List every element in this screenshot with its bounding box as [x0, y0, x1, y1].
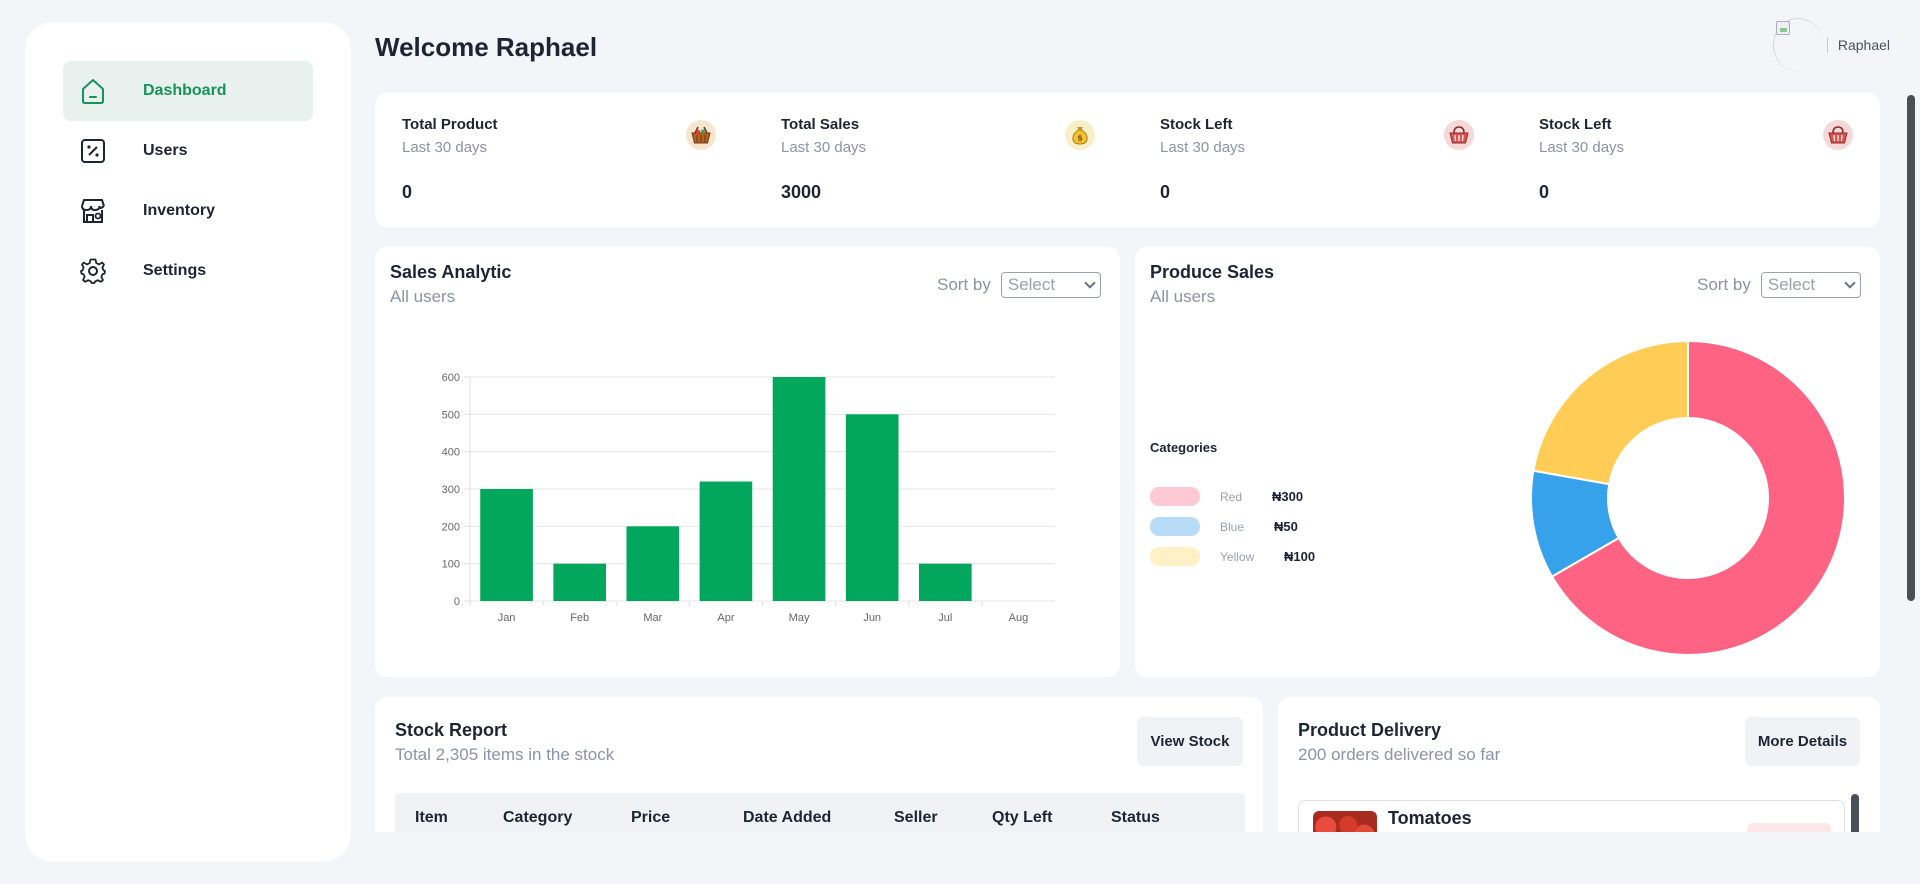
column-header[interactable]: Price: [631, 809, 670, 827]
view-stock-button[interactable]: View Stock: [1137, 717, 1243, 766]
card-subtitle: Total 2,305 items in the stock: [395, 745, 615, 764]
sidebar-item-users[interactable]: Users: [63, 121, 313, 181]
basket-icon: [1444, 120, 1474, 150]
stat-value: 0: [1539, 182, 1550, 202]
x-tick-label: Aug: [1009, 612, 1029, 624]
stats-panel: Total Product Last 30 days 0 Total Sales…: [375, 93, 1880, 227]
column-header[interactable]: Qty Left: [992, 809, 1052, 827]
y-tick-label: 0: [454, 596, 460, 608]
y-tick-label: 600: [442, 372, 460, 384]
x-tick-label: Jul: [938, 612, 952, 624]
gear-icon: [79, 257, 107, 285]
home-icon: [79, 77, 107, 105]
stat-subtitle: Last 30 days: [402, 139, 488, 156]
page-scrollbar[interactable]: [1907, 95, 1915, 601]
stat-value: 0: [402, 182, 413, 202]
bar: [626, 526, 680, 601]
x-tick-label: Feb: [570, 612, 589, 624]
produce-donut-chart: [1530, 339, 1846, 656]
sidebar-item-label: Settings: [143, 262, 207, 279]
x-tick-label: Mar: [643, 612, 662, 624]
stat-title: Total Sales: [781, 116, 860, 133]
x-tick-label: Jun: [863, 612, 881, 624]
x-tick-label: Jan: [498, 612, 516, 624]
pie-slice: [1532, 339, 1689, 486]
avatar[interactable]: [1772, 18, 1823, 72]
bar: [918, 563, 972, 601]
card-title: Stock Report: [395, 720, 508, 740]
percent-doc-icon: [79, 137, 107, 165]
y-tick-label: 200: [442, 521, 460, 533]
stat-subtitle: Last 30 days: [781, 139, 867, 156]
profile-name: Raphael: [1837, 37, 1890, 53]
stat-stock-left: Stock Left Last 30 days 0: [1133, 93, 1512, 227]
stat-title: Stock Left: [1160, 116, 1233, 133]
money-bag-icon: $: [1065, 120, 1095, 150]
y-tick-label: 500: [442, 409, 460, 421]
divider: [1826, 37, 1828, 53]
sidebar-item-inventory[interactable]: Inventory: [63, 181, 313, 241]
card-subtitle: 200 orders delivered so far: [1298, 745, 1501, 764]
stat-stock-left: Stock Left Last 30 days 0: [1512, 93, 1891, 227]
produce-sales-card: Produce Sales All users Sort by Select C…: [1135, 247, 1880, 677]
bar: [553, 563, 607, 601]
x-tick-label: Apr: [717, 612, 734, 624]
card-title: Product Delivery: [1298, 720, 1442, 740]
svg-text:$: $: [1077, 134, 1083, 143]
y-tick-label: 300: [442, 484, 460, 496]
stat-value: 3000: [781, 182, 822, 202]
basket-icon: [1823, 120, 1853, 150]
sales-analytic-card: Sales Analytic All users Sort by Select …: [375, 247, 1120, 677]
page-background: [352, 832, 1920, 884]
x-tick-label: May: [789, 612, 810, 624]
column-header[interactable]: Category: [503, 809, 572, 827]
bar: [699, 481, 753, 601]
sidebar-item-label: Users: [143, 142, 188, 159]
sidebar-item-settings[interactable]: Settings: [63, 241, 313, 301]
store-icon: [79, 197, 107, 225]
stat-subtitle: Last 30 days: [1539, 139, 1625, 156]
stat-total-sales: Total Sales Last 30 days 3000 $: [754, 93, 1133, 227]
profile-menu[interactable]: Raphael: [1772, 18, 1890, 72]
sidebar-item-label: Dashboard: [143, 82, 227, 99]
sidebar: Dashboard Users Inventory Settings: [25, 22, 351, 862]
product-name: Tomatoes: [1388, 808, 1472, 828]
sales-bar-chart: 0 100 200 300 400 500 600 Jan Feb Mar Apr May Jun Jul…: [442, 372, 1055, 624]
broken-image-icon: [1775, 21, 1790, 35]
stat-subtitle: Last 30 days: [1160, 139, 1246, 156]
bar: [480, 489, 533, 601]
column-header[interactable]: Item: [415, 809, 448, 827]
basket-icon: [686, 120, 716, 150]
stat-value: 0: [1160, 182, 1171, 202]
stat-title: Total Product: [402, 116, 498, 133]
more-details-button[interactable]: More Details: [1745, 717, 1860, 766]
bar: [845, 414, 899, 601]
column-header[interactable]: Date Added: [743, 809, 831, 827]
y-tick-label: 100: [442, 559, 460, 571]
column-header[interactable]: Status: [1111, 809, 1160, 827]
page-title: Welcome Raphael: [375, 32, 598, 62]
stat-total-product: Total Product Last 30 days 0: [375, 93, 754, 227]
stat-title: Stock Left: [1539, 116, 1612, 133]
sidebar-item-dashboard[interactable]: Dashboard: [63, 61, 313, 121]
bar: [772, 377, 826, 601]
sidebar-item-label: Inventory: [143, 202, 216, 219]
column-header[interactable]: Seller: [894, 809, 938, 827]
y-tick-label: 400: [442, 447, 460, 459]
